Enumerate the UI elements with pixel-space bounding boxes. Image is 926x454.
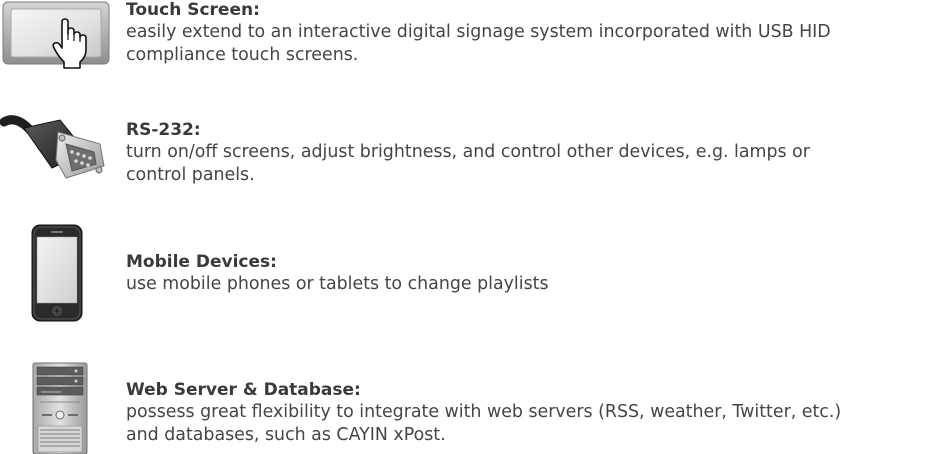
feature-title: Mobile Devices: — [126, 252, 277, 272]
feature-description: turn on/off screens, adjust brightness, … — [126, 142, 810, 185]
feature-description: possess great flexibility to integrate w… — [126, 402, 842, 445]
touch-screen-icon — [2, 1, 110, 69]
feature-title: Web Server & Database: — [126, 380, 361, 400]
feature-mobile-devices: Mobile Devices: use mobile phones or tab… — [0, 224, 926, 324]
feature-rs232: RS-232: turn on/off screens, adjust brig… — [0, 104, 926, 194]
feature-touch-screen: Touch Screen: easily extend to an intera… — [0, 0, 926, 80]
feature-title: Touch Screen: — [126, 0, 260, 20]
feature-web-server-database: Web Server & Database: possess great fle… — [0, 362, 926, 454]
server-tower-icon — [32, 362, 88, 454]
serial-connector-icon — [0, 115, 105, 179]
feature-title: RS-232: — [126, 120, 201, 140]
feature-description: use mobile phones or tablets to change p… — [126, 274, 549, 294]
feature-description: easily extend to an interactive digital … — [126, 22, 831, 65]
feature-list: Touch Screen: easily extend to an intera… — [0, 0, 926, 454]
mobile-phone-icon — [31, 224, 83, 322]
